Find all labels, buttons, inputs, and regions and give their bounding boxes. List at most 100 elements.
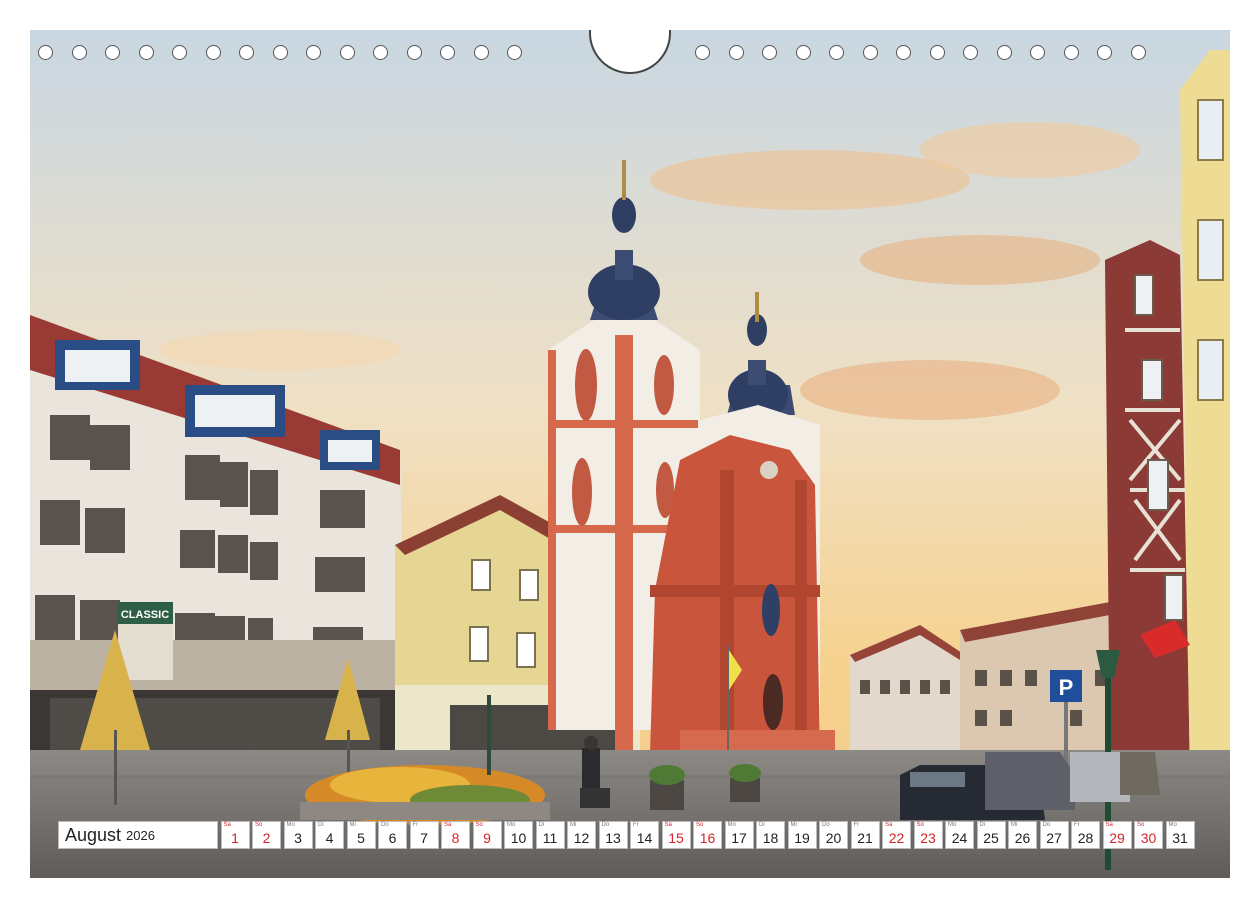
weekday-abbrev: Sa	[1105, 822, 1113, 828]
day-cell: So 30	[1134, 821, 1163, 849]
day-number: 23	[920, 830, 936, 846]
day-number: 6	[388, 830, 397, 846]
day-number: 12	[573, 830, 590, 846]
day-cell: Do 27	[1039, 821, 1069, 849]
day-cell: Sa 22	[882, 821, 911, 849]
day-cell: Fr 7	[409, 821, 439, 849]
weekday-abbrev: Mo	[1168, 822, 1177, 828]
day-cell: Di 25	[976, 821, 1006, 849]
day-cell: So 2	[252, 821, 281, 849]
weekday-abbrev: Sa	[885, 822, 893, 828]
weekday-abbrev: Mo	[948, 822, 957, 828]
weekday-abbrev: Sa	[664, 822, 672, 828]
day-cell: Mo 3	[283, 821, 313, 849]
day-number: 16	[699, 830, 716, 846]
day-number: 3	[294, 830, 302, 846]
day-cell: Di 11	[535, 821, 565, 849]
weekday-abbrev: Do	[601, 822, 610, 828]
weekday-abbrev: Sa	[223, 822, 231, 828]
day-number: 13	[605, 830, 621, 846]
weekday-abbrev: Do	[1042, 822, 1051, 828]
calendar-strip: August 2026 Sa 1 So 2 Mo 3 Di 4 Mi 5 Do 6 Fr 7 Sa 8 So 9 M…	[58, 821, 1195, 851]
day-number: 30	[1140, 830, 1157, 846]
weekday-abbrev: Fr	[412, 822, 419, 828]
weekday-abbrev: So	[696, 822, 704, 828]
day-cell: Fr 14	[630, 821, 659, 849]
weekday-abbrev: Mi	[349, 822, 356, 828]
weekday-abbrev: Mo	[286, 822, 295, 828]
day-cell: So 23	[913, 821, 943, 849]
weekday-abbrev: So	[1137, 822, 1145, 828]
day-number: 17	[731, 830, 747, 846]
weekday-abbrev: Sa	[444, 822, 452, 828]
weekday-abbrev: Fr	[633, 822, 639, 828]
day-number: 19	[794, 830, 810, 846]
day-cell: So 16	[693, 821, 722, 849]
day-cell: Mo 17	[724, 821, 754, 849]
month-name: August	[65, 824, 122, 845]
weekday-abbrev: So	[916, 822, 924, 828]
weekday-abbrev: Do	[822, 822, 830, 828]
weekday-abbrev: Di	[979, 822, 986, 828]
weekday-abbrev: Do	[381, 822, 389, 828]
day-cell: Do 20	[819, 821, 848, 849]
calendar-photo: CLASSIC P	[30, 30, 1230, 878]
weekday-abbrev: Mo	[727, 822, 736, 828]
day-number: 15	[668, 830, 684, 846]
day-number: 14	[636, 830, 653, 846]
day-number: 25	[983, 830, 999, 846]
day-cell: Sa 15	[661, 821, 691, 849]
day-cell: Sa 29	[1102, 821, 1132, 849]
month-label: August 2026	[58, 821, 218, 849]
weekday-abbrev: Fr	[853, 822, 860, 828]
binding-rings-left	[38, 45, 522, 63]
day-cell: So 9	[472, 821, 502, 849]
day-cell: Mo 24	[945, 821, 974, 849]
day-cell: Mi 5	[346, 821, 376, 849]
day-number: 11	[542, 830, 558, 846]
day-cell: Fr 28	[1071, 821, 1100, 849]
weekday-abbrev: Mi	[790, 822, 797, 828]
day-number: 24	[951, 830, 968, 846]
day-cell: Do 13	[598, 821, 628, 849]
day-number: 27	[1046, 830, 1062, 846]
day-number: 4	[325, 830, 334, 846]
day-cell: Mo 31	[1165, 821, 1195, 849]
day-number: 5	[357, 830, 365, 846]
day-cell: Mi 26	[1008, 821, 1037, 849]
weekday-abbrev: Di	[318, 822, 324, 828]
day-number: 31	[1172, 830, 1188, 846]
day-cell: Mi 19	[787, 821, 817, 849]
day-cell: Fr 21	[850, 821, 880, 849]
weekday-abbrev: Mi	[570, 822, 577, 828]
day-number: 29	[1109, 830, 1125, 846]
day-number: 2	[262, 830, 271, 846]
day-cell: Di 18	[756, 821, 785, 849]
day-number: 7	[420, 830, 428, 846]
weekday-abbrev: Mo	[507, 822, 516, 828]
day-number: 28	[1077, 830, 1094, 846]
day-number: 9	[483, 830, 491, 846]
town-square-scene: CLASSIC P	[30, 30, 1230, 878]
day-number: 10	[510, 830, 527, 846]
day-number: 18	[762, 830, 779, 846]
day-cell: Do 6	[378, 821, 407, 849]
weekday-abbrev: So	[255, 822, 263, 828]
year-label: 2026	[126, 827, 155, 843]
weekday-abbrev: Di	[759, 822, 765, 828]
weekday-abbrev: Di	[538, 822, 545, 828]
day-cell: Sa 8	[441, 821, 470, 849]
weekday-abbrev: So	[475, 822, 483, 828]
parking-sign: P	[1059, 675, 1074, 700]
day-number: 1	[231, 830, 239, 846]
day-cell: Mo 10	[504, 821, 533, 849]
day-cells: Sa 1 So 2 Mo 3 Di 4 Mi 5 Do 6 Fr 7 Sa 8 So 9 Mo 10 Di 11 Mi 12 D…	[218, 821, 1195, 851]
classic-sign: CLASSIC	[121, 609, 169, 621]
weekday-abbrev: Fr	[1074, 822, 1080, 828]
day-number: 26	[1014, 830, 1031, 846]
day-cell: Sa 1	[220, 821, 250, 849]
day-cell: Di 4	[315, 821, 344, 849]
weekday-abbrev: Mi	[1011, 822, 1018, 828]
day-number: 8	[451, 830, 460, 846]
day-cell: Mi 12	[567, 821, 596, 849]
